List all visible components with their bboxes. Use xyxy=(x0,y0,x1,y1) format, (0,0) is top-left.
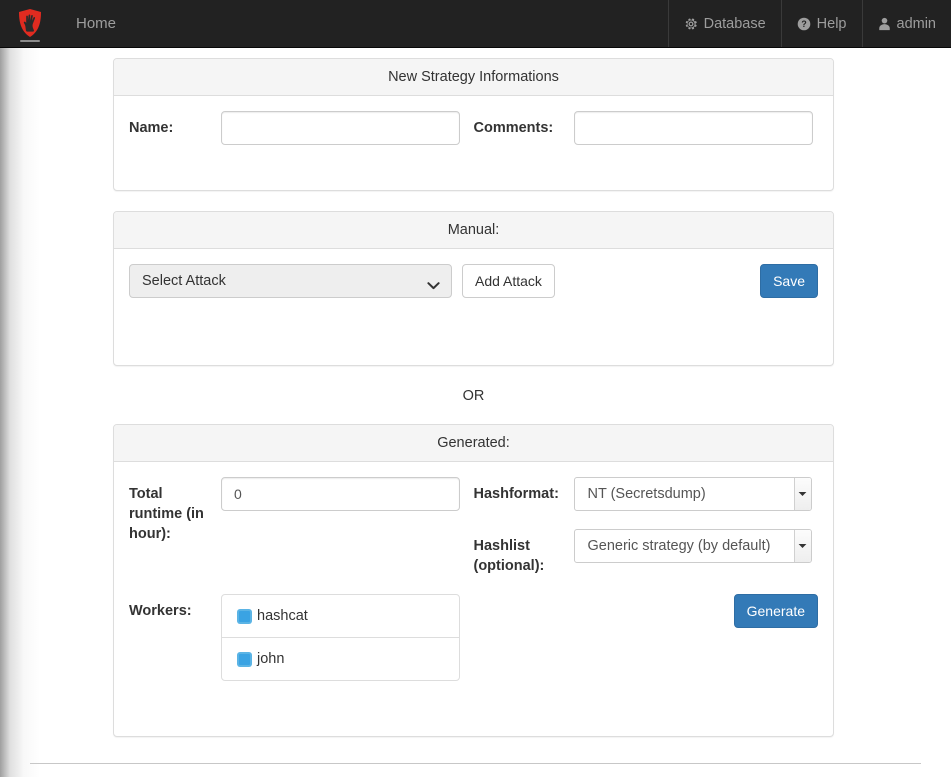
hashformat-value: NT (Secretsdump) xyxy=(587,486,706,502)
worker-checkbox[interactable] xyxy=(237,608,252,624)
name-label: Name: xyxy=(129,120,174,136)
save-button[interactable]: Save xyxy=(760,264,818,298)
hashformat-label: Hashformat: xyxy=(473,486,559,502)
manual-panel-title: Manual: xyxy=(114,212,833,249)
sidebar-edge-shadow xyxy=(0,48,40,777)
add-attack-button[interactable]: Add Attack xyxy=(462,264,555,298)
select-arrow-icon xyxy=(793,530,811,562)
new-strategy-panel-title: New Strategy Informations xyxy=(114,59,833,96)
list-item[interactable]: john xyxy=(222,637,459,680)
workers-list: hashcat john xyxy=(221,594,460,681)
name-input[interactable] xyxy=(221,111,460,145)
worker-checkbox[interactable] xyxy=(237,651,252,667)
nav-item-home[interactable]: Home xyxy=(60,0,132,47)
hashlist-value: Generic strategy (by default) xyxy=(587,538,771,554)
nav-item-admin[interactable]: admin xyxy=(861,0,951,47)
generated-bottom-row: Workers: hashcat john Generate xyxy=(129,594,818,681)
nav-item-help[interactable]: ? Help xyxy=(780,0,862,47)
select-attack-value: Select Attack xyxy=(142,273,226,289)
svg-text:?: ? xyxy=(801,19,806,29)
nav-item-database[interactable]: Database xyxy=(667,0,781,47)
generate-button[interactable]: Generate xyxy=(733,594,818,628)
manual-panel: Manual: Select Attack Add Attack Save xyxy=(113,211,834,366)
manual-controls-row: Select Attack Add Attack Save xyxy=(129,264,818,298)
name-field-group: Name: xyxy=(129,111,474,145)
page-body: New Strategy Informations Name: Comments… xyxy=(0,48,951,777)
nav-admin-label: admin xyxy=(896,15,937,32)
brand-logo[interactable] xyxy=(0,0,60,47)
worker-name: hashcat xyxy=(257,608,308,624)
generated-panel-body: Total runtime (in hour): Hashformat: NT … xyxy=(114,462,833,736)
runtime-field-group: Total runtime (in hour): xyxy=(129,477,474,576)
generate-button-group: Generate xyxy=(474,594,818,681)
select-arrow-icon xyxy=(793,478,811,510)
list-item[interactable]: hashcat xyxy=(222,595,459,637)
nav-help-label: Help xyxy=(816,15,847,32)
runtime-label: Total runtime (in hour): xyxy=(129,486,204,542)
chevron-down-icon xyxy=(427,278,440,294)
nav-home-label: Home xyxy=(76,15,117,32)
worker-name: john xyxy=(257,651,285,667)
runtime-input[interactable] xyxy=(221,477,460,511)
select-attack-dropdown[interactable]: Select Attack xyxy=(129,264,452,298)
workers-label: Workers: xyxy=(129,603,192,619)
user-icon xyxy=(878,17,891,31)
footer-divider xyxy=(30,763,921,764)
manual-attack-list-area xyxy=(129,298,818,350)
or-divider-label: OR xyxy=(462,388,485,404)
gear-icon xyxy=(684,17,698,31)
hash-fields-group: Hashformat: NT (Secretsdump) Hashlist (o… xyxy=(474,477,819,576)
nav-database-label: Database xyxy=(703,15,766,32)
generated-panel: Generated: Total runtime (in hour): Hash… xyxy=(113,424,834,737)
hashlist-field-group: Hashlist (optional): Generic strategy (b… xyxy=(474,529,819,576)
new-strategy-panel: New Strategy Informations Name: Comments… xyxy=(113,58,834,191)
comments-label: Comments: xyxy=(473,120,554,136)
new-strategy-panel-body: Name: Comments: xyxy=(114,96,833,190)
generated-panel-title: Generated: xyxy=(114,425,833,462)
question-circle-icon: ? xyxy=(797,17,811,31)
manual-panel-body: Select Attack Add Attack Save xyxy=(114,249,833,365)
generated-top-row: Total runtime (in hour): Hashformat: NT … xyxy=(129,477,818,576)
hashlist-label: Hashlist (optional): xyxy=(473,538,545,574)
workers-field-group: Workers: hashcat john xyxy=(129,594,474,681)
comments-field-group: Comments: xyxy=(474,111,819,145)
main-content: New Strategy Informations Name: Comments… xyxy=(113,48,834,757)
hashlist-select[interactable]: Generic strategy (by default) xyxy=(573,529,812,563)
strategy-fields-row: Name: Comments: xyxy=(129,111,818,145)
comments-input[interactable] xyxy=(573,111,813,145)
shield-logo-icon xyxy=(17,8,43,42)
hashformat-select[interactable]: NT (Secretsdump) xyxy=(573,477,812,511)
navbar-right-group: Database ? Help admin xyxy=(667,0,951,47)
hashformat-field-group: Hashformat: NT (Secretsdump) xyxy=(474,477,819,511)
top-navbar: Home Database ? Help admin xyxy=(0,0,951,48)
